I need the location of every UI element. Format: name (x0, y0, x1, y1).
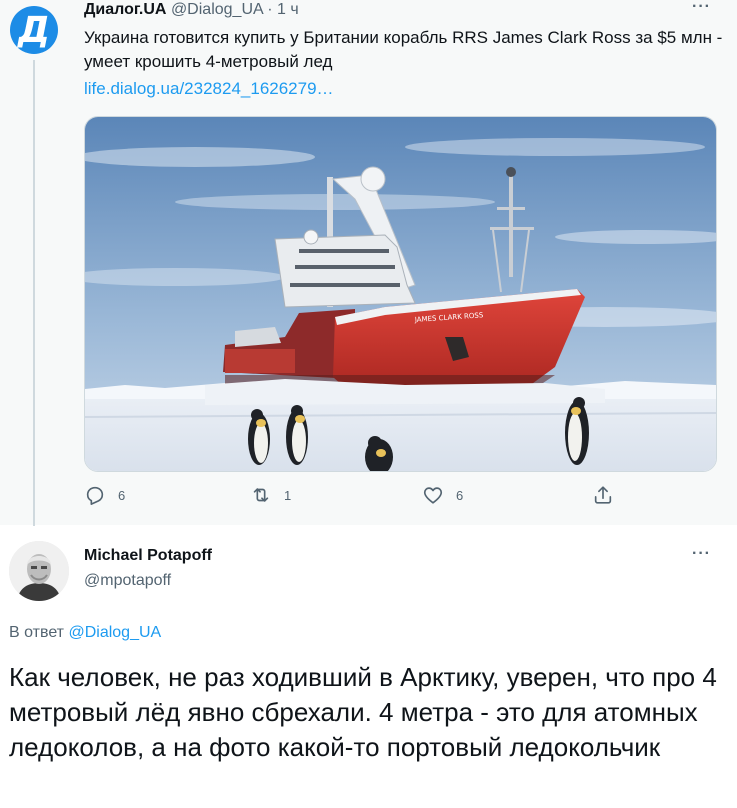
author-handle[interactable]: @Dialog_UA (171, 1, 263, 18)
heart-icon (423, 487, 443, 504)
tweet-time[interactable]: 1 ч (277, 1, 299, 18)
reply-count: 6 (118, 487, 126, 503)
icebreaker-photo: JAMES CLARK ROSS (85, 117, 716, 471)
thread-line (33, 60, 35, 526)
reply-button[interactable]: 6 (84, 484, 125, 506)
reply-author-handle[interactable]: @mpotapoff (84, 571, 171, 591)
like-count: 6 (456, 487, 464, 503)
reply-target-link[interactable]: @Dialog_UA (68, 624, 161, 641)
share-icon (594, 486, 612, 504)
meta-separator: · (267, 1, 273, 18)
reply-text: Как человек, не раз ходивший в Арктику, … (9, 662, 717, 762)
profile-photo-icon (9, 541, 69, 601)
reply-prefix: В ответ (9, 624, 65, 641)
reply-more-dots-icon[interactable]: ··· (692, 545, 711, 563)
tweet-actions: 6 1 6 (84, 484, 644, 512)
retweet-count: 1 (284, 487, 292, 503)
share-button[interactable] (592, 484, 614, 506)
reply-author-name[interactable]: Michael Potapoff (84, 546, 212, 566)
author-name[interactable]: Диалог.UA (84, 1, 166, 18)
tweet-link[interactable]: life.dialog.ua/232824_1626279… (84, 77, 334, 101)
retweet-button[interactable]: 1 (250, 484, 291, 506)
michael-potapoff-avatar[interactable] (9, 541, 69, 601)
quoted-tweet[interactable]: Д Диалог.UA @Dialog_UA · 1 ч ··· Украина… (0, 0, 737, 526)
tweet-header: Диалог.UA @Dialog_UA · 1 ч (84, 0, 299, 20)
dialog-ua-avatar[interactable]: Д (10, 6, 58, 54)
tweet-text: Украина готовится купить у Британии кора… (84, 28, 723, 71)
more-dots-icon[interactable]: ··· (692, 0, 711, 16)
retweet-icon (253, 488, 269, 502)
tweet-photo[interactable]: JAMES CLARK ROSS (84, 116, 717, 472)
like-button[interactable]: 6 (422, 484, 463, 506)
reply-icon (86, 486, 104, 505)
reply-to-line: В ответ @Dialog_UA (9, 623, 161, 643)
